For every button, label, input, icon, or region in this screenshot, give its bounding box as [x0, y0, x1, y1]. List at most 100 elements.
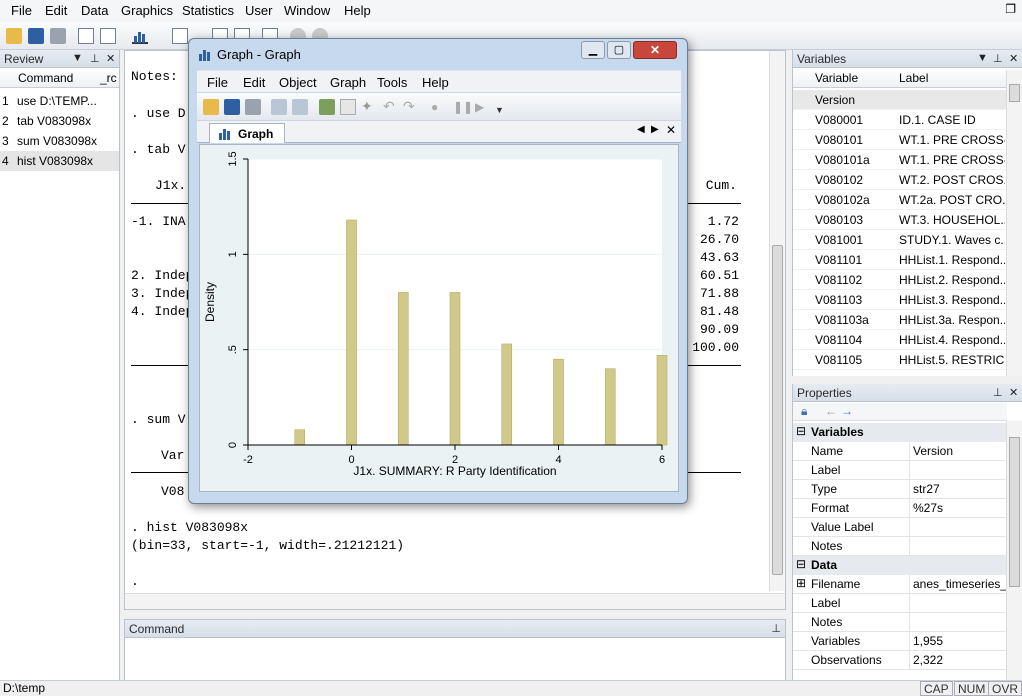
graph-icon[interactable] — [132, 28, 148, 44]
property-row[interactable]: Variables 1,955 — [793, 632, 1007, 651]
variable-row[interactable]: V081103a HHList.3a. Respon... — [793, 310, 1007, 330]
variable-row[interactable]: V081001 STUDY.1. Waves c... — [793, 230, 1007, 250]
menu-file[interactable]: File — [11, 3, 32, 18]
pin-icon[interactable]: ⊥ — [90, 52, 100, 65]
graph-menu-help[interactable]: Help — [422, 75, 449, 90]
record-icon[interactable]: ● — [431, 99, 447, 115]
property-row[interactable]: Label — [793, 594, 1007, 613]
tab-close-icon[interactable]: ✕ — [666, 123, 676, 137]
results-scroll-thumb[interactable] — [772, 245, 783, 575]
menu-statistics[interactable]: Statistics — [182, 3, 234, 18]
graph-menu-file[interactable]: File — [207, 75, 228, 90]
recorder-icon[interactable] — [340, 99, 356, 115]
properties-section-data[interactable]: ⊟ Data — [793, 556, 1007, 575]
back-arrow-icon[interactable]: ← — [825, 404, 837, 418]
variable-row[interactable]: V081104 HHList.4. Respond... — [793, 330, 1007, 350]
save-icon[interactable] — [224, 99, 240, 115]
properties-scroll-thumb[interactable] — [1009, 437, 1020, 587]
variable-row-selected[interactable]: Version — [793, 90, 1007, 110]
results-scrollbar[interactable] — [769, 51, 785, 591]
variable-row[interactable]: V081103 HHList.3. Respond... — [793, 290, 1007, 310]
review-row[interactable]: 1 use D:\TEMP... — [0, 91, 119, 111]
graph-menu-tools[interactable]: Tools — [377, 75, 407, 90]
property-row[interactable]: ⊞ Filename anes_timeseries_2 — [793, 575, 1007, 594]
tab-prev-icon[interactable]: ◀ — [637, 124, 645, 135]
variables-scroll-thumb[interactable] — [1009, 84, 1020, 102]
collapse-icon[interactable]: ⊟ — [796, 424, 806, 438]
menu-data[interactable]: Data — [81, 3, 108, 18]
menu-edit[interactable]: Edit — [45, 3, 67, 18]
redo-icon[interactable]: ↷ — [403, 99, 419, 115]
variables-scrollbar[interactable] — [1006, 70, 1022, 376]
pin-icon[interactable]: ⊥ — [771, 622, 781, 635]
command-input[interactable] — [125, 639, 785, 681]
graph-plot-area[interactable]: 0.5 1 1.5 -2 0 2 4 6 J1x. SUMMARY: R Party Ident… — [199, 144, 679, 492]
print-icon[interactable] — [245, 99, 261, 115]
menu-user[interactable]: User — [245, 3, 272, 18]
property-row[interactable]: Type str27 — [793, 480, 1007, 499]
variable-row[interactable]: V080001 ID.1. CASE ID — [793, 110, 1007, 130]
variable-row[interactable]: V080101a WT.1. PRE CROSS-... — [793, 150, 1007, 170]
open-icon[interactable] — [6, 28, 22, 44]
variable-row[interactable]: V081105 HHList.5. RESTRIC... — [793, 350, 1007, 370]
undo-icon[interactable]: ↶ — [383, 99, 399, 115]
variable-row[interactable]: V081102 HHList.2. Respond... — [793, 270, 1007, 290]
variable-row[interactable]: V080103 WT.3. HOUSEHOL... — [793, 210, 1007, 230]
close-button[interactable]: ✕ — [633, 41, 677, 59]
property-row[interactable]: Name Version — [793, 442, 1007, 461]
restore-window-icon[interactable]: ❐ — [1005, 2, 1016, 16]
pin-icon[interactable]: ⊥ — [993, 52, 1003, 65]
copy-icon[interactable] — [271, 99, 287, 115]
close-icon[interactable]: ✕ — [106, 52, 115, 65]
log-icon[interactable] — [78, 28, 94, 44]
properties-section-variables[interactable]: ⊟ Variables — [793, 423, 1007, 442]
lock-icon[interactable]: 🔒︎ — [801, 404, 807, 419]
graph-menu-object[interactable]: Object — [279, 75, 317, 90]
print-icon[interactable] — [50, 28, 66, 44]
variable-row[interactable]: V080102a WT.2a. POST CRO... — [793, 190, 1007, 210]
results-hscrollbar[interactable] — [125, 593, 785, 609]
property-row[interactable]: Value Label — [793, 518, 1007, 537]
property-row[interactable]: Notes — [793, 537, 1007, 556]
play-icon[interactable]: ▶ — [475, 99, 491, 115]
minimize-button[interactable]: ▁ — [581, 41, 605, 59]
variables-col-label[interactable]: Label — [899, 71, 928, 85]
menu-window[interactable]: Window — [284, 3, 330, 18]
graph-editor-icon[interactable] — [319, 99, 335, 115]
tab-graph[interactable]: Graph — [209, 123, 285, 143]
variable-row[interactable]: V080101 WT.1. PRE CROSS-... — [793, 130, 1007, 150]
review-row-selected[interactable]: 4 hist V083098x — [0, 151, 119, 171]
rename-icon[interactable] — [292, 99, 308, 115]
pin-icon[interactable]: ⊥ — [993, 386, 1003, 399]
property-row[interactable]: Observations 2,322 — [793, 651, 1007, 670]
variable-row[interactable]: V080102 WT.2. POST CROS... — [793, 170, 1007, 190]
review-row[interactable]: 2 tab V083098x — [0, 111, 119, 131]
review-col-command[interactable]: Command — [18, 71, 73, 85]
review-row[interactable]: 3 sum V083098x — [0, 131, 119, 151]
collapse-icon[interactable]: ⊟ — [796, 557, 806, 571]
save-icon[interactable] — [28, 28, 44, 44]
pointer-icon[interactable]: ✦ — [361, 99, 377, 115]
property-row[interactable]: Label — [793, 461, 1007, 480]
viewer-icon[interactable] — [100, 28, 116, 44]
variables-col-variable[interactable]: Variable — [815, 71, 858, 85]
menu-help[interactable]: Help — [344, 3, 371, 18]
menu-graphics[interactable]: Graphics — [121, 3, 173, 18]
pause-icon[interactable]: ❚❚ — [453, 99, 473, 115]
close-icon[interactable]: ✕ — [1009, 386, 1018, 399]
properties-scrollbar[interactable] — [1006, 421, 1022, 680]
graph-menu-edit[interactable]: Edit — [243, 75, 265, 90]
open-icon[interactable] — [203, 99, 219, 115]
filter-icon[interactable]: ▼ — [72, 52, 83, 64]
maximize-button[interactable]: ▢ — [607, 41, 631, 59]
chevron-down-icon[interactable]: ▼ — [495, 99, 504, 115]
property-row[interactable]: Notes — [793, 613, 1007, 632]
property-row[interactable]: Format %27s — [793, 499, 1007, 518]
forward-arrow-icon[interactable]: → — [841, 404, 853, 418]
graph-menu-graph[interactable]: Graph — [330, 75, 366, 90]
filter-icon[interactable]: ▼ — [977, 52, 988, 64]
variable-row[interactable]: V081101 HHList.1. Respond... — [793, 250, 1007, 270]
do-file-editor-icon[interactable] — [172, 28, 188, 44]
tab-next-icon[interactable]: ▶ — [651, 124, 659, 135]
review-col-rc[interactable]: _rc — [100, 71, 117, 85]
